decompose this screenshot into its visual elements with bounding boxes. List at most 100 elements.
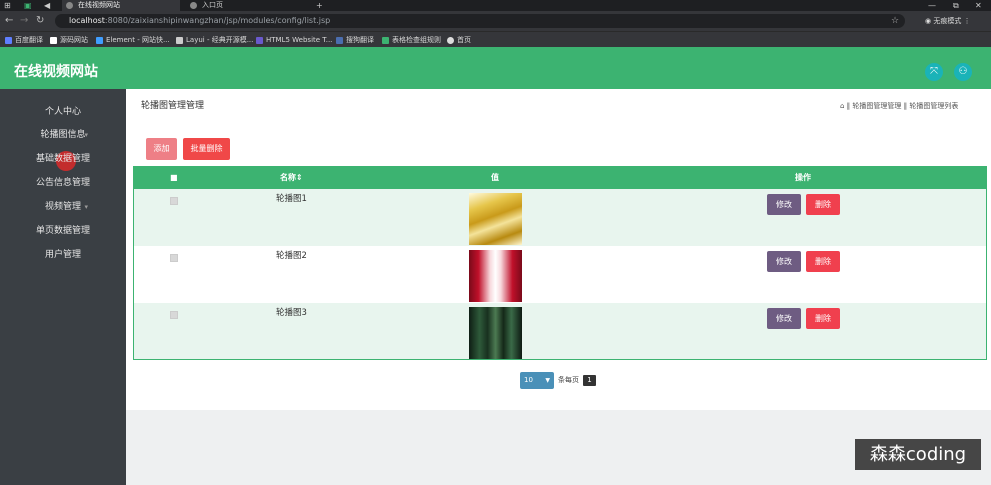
- page-number-button[interactable]: 1: [583, 375, 596, 386]
- edit-button[interactable]: 修改: [767, 194, 801, 215]
- column-header-name[interactable]: 名称⇕: [280, 167, 303, 189]
- tab-label: 在线视频网站: [78, 1, 120, 9]
- delete-button[interactable]: 删除: [806, 194, 840, 215]
- browser-address-bar: ← → ↻ localhost:8080/zaixianshipinwangzh…: [0, 11, 991, 31]
- page-size-value: 10: [524, 376, 533, 384]
- bookmark-item[interactable]: 百度翻译: [5, 34, 43, 46]
- app-header: [0, 47, 991, 89]
- sidebar: [0, 89, 126, 485]
- bookmark-label: 源码网站: [60, 36, 88, 44]
- delete-button[interactable]: 删除: [806, 251, 840, 272]
- speaker-icon[interactable]: ◀: [44, 0, 50, 11]
- bookmark-star-icon[interactable]: ☆: [891, 14, 899, 28]
- sidebar-item-users[interactable]: 用户管理: [0, 248, 126, 262]
- browser-tab-bar: ⊞ ▣ ◀ 在线视频网站 入口页 + — ⧉ ✕: [0, 0, 991, 11]
- watermark: 森森coding: [855, 439, 981, 470]
- breadcrumb: ⌂ ‖ 轮播图管理管理 ‖ 轮播图管理列表: [840, 102, 959, 110]
- tab-online-video[interactable]: 在线视频网站: [62, 0, 180, 11]
- bookmark-icon: [256, 37, 263, 44]
- delete-button[interactable]: 删除: [806, 308, 840, 329]
- globe-icon: [447, 37, 454, 44]
- bookmark-label: 首页: [457, 36, 471, 44]
- chevron-down-icon: ▾: [84, 155, 88, 163]
- bookmark-icon: [382, 37, 389, 44]
- app-favicon-icon[interactable]: ▣: [24, 0, 32, 11]
- browser-menu-icon[interactable]: ⊞: [4, 0, 11, 11]
- sidebar-item-single-page[interactable]: 单页数据管理 ▾: [0, 224, 126, 238]
- bookmark-item[interactable]: Element - 网站快...: [96, 34, 170, 46]
- table-row: 轮播图1 修改 删除: [134, 189, 986, 246]
- minimize-button[interactable]: —: [928, 0, 936, 11]
- bookmark-label: Layui - 经典开源模...: [186, 36, 254, 44]
- profile-label: 无痕模式: [933, 17, 962, 25]
- row-checkbox[interactable]: [170, 197, 178, 205]
- bookmark-item[interactable]: Layui - 经典开源模...: [176, 34, 253, 46]
- user-icon[interactable]: ⚇: [954, 63, 972, 81]
- tab-favicon-icon: [66, 2, 73, 9]
- sidebar-item-label: 用户管理: [44, 250, 81, 260]
- sidebar-item-carousel[interactable]: 轮播图信息 ▾: [0, 128, 126, 142]
- bookmark-item[interactable]: 源码网站: [50, 34, 88, 46]
- chevron-down-icon: ▾: [84, 179, 88, 187]
- sidebar-item-basic-data[interactable]: 基础数据管理 ▾: [0, 152, 126, 166]
- sidebar-item-label: 轮播图信息: [40, 130, 86, 140]
- column-header-value: 值: [491, 173, 499, 182]
- page-title: 轮播图管理管理: [141, 101, 205, 111]
- row-name: 轮播图1: [276, 194, 307, 204]
- bookmark-icon: [336, 37, 343, 44]
- bookmark-item[interactable]: 表格检查组规则: [382, 34, 441, 46]
- url-input[interactable]: localhost:8080/zaixianshipinwangzhan/jsp…: [55, 14, 905, 28]
- batch-delete-button[interactable]: 批量删除: [183, 138, 230, 160]
- row-checkbox[interactable]: [170, 311, 178, 319]
- sidebar-item-personal-center[interactable]: 个人中心: [0, 105, 126, 119]
- sidebar-item-label: 个人中心: [44, 107, 81, 117]
- row-checkbox[interactable]: [170, 254, 178, 262]
- bookmark-label: Element - 网站快...: [106, 36, 170, 44]
- sidebar-item-label: 公告信息管理: [35, 178, 90, 188]
- add-button[interactable]: 添加: [146, 138, 177, 160]
- select-all-checkbox[interactable]: ■: [170, 167, 178, 189]
- bookmarks-bar: 百度翻译 源码网站 Element - 网站快... Layui - 经典开源模…: [0, 31, 991, 47]
- restore-button[interactable]: ⧉: [953, 0, 959, 11]
- sidebar-item-video[interactable]: 视频管理 ▾: [0, 200, 126, 214]
- row-name: 轮播图3: [276, 308, 307, 318]
- bookmark-label: HTML5 Website T...: [266, 36, 333, 44]
- fullscreen-icon[interactable]: ⤧: [925, 63, 943, 81]
- reload-icon[interactable]: ↻: [36, 14, 44, 28]
- bookmark-icon: [50, 37, 57, 44]
- profile-button[interactable]: ◉ 无痕模式 ⋮: [925, 14, 985, 28]
- site-title: 在线视频网站: [14, 64, 98, 80]
- tab-entry[interactable]: 入口页: [186, 0, 306, 11]
- carousel-thumbnail: [469, 250, 522, 302]
- bookmark-item[interactable]: HTML5 Website T...: [256, 34, 332, 46]
- page-size-select[interactable]: 10 ▼: [520, 372, 554, 389]
- carousel-thumbnail: [469, 193, 522, 245]
- sidebar-item-notice[interactable]: 公告信息管理 ▾: [0, 176, 126, 190]
- bookmark-icon: [5, 37, 12, 44]
- carousel-thumbnail: [469, 307, 522, 359]
- url-host: localhost: [69, 16, 105, 25]
- per-page-label: 条每页: [558, 376, 579, 384]
- back-icon[interactable]: ←: [5, 14, 13, 28]
- table-row: 轮播图3 修改 删除: [134, 303, 986, 360]
- bookmark-item[interactable]: 搜狗翻译: [336, 34, 374, 46]
- edit-button[interactable]: 修改: [767, 308, 801, 329]
- table-row: 轮播图2 修改 删除: [134, 246, 986, 303]
- chevron-down-icon: ▾: [84, 203, 88, 211]
- edit-button[interactable]: 修改: [767, 251, 801, 272]
- close-window-button[interactable]: ✕: [975, 0, 982, 11]
- table-header: ■ 名称⇕ 值 操作: [134, 167, 986, 189]
- chevron-down-icon: ▼: [545, 377, 550, 384]
- new-tab-icon[interactable]: +: [316, 0, 323, 11]
- tab-favicon-icon: [190, 2, 197, 9]
- sidebar-item-label: 基础数据管理: [35, 154, 90, 164]
- bookmark-icon: [96, 37, 103, 44]
- chevron-down-icon: ▾: [84, 131, 88, 139]
- bookmark-item[interactable]: 首页: [447, 34, 471, 46]
- column-header-actions: 操作: [795, 173, 811, 182]
- bookmark-label: 搜狗翻译: [346, 36, 374, 44]
- forward-icon[interactable]: →: [20, 14, 28, 28]
- bookmark-label: 百度翻译: [15, 36, 43, 44]
- row-name: 轮播图2: [276, 251, 307, 261]
- bookmark-label: 表格检查组规则: [392, 36, 441, 44]
